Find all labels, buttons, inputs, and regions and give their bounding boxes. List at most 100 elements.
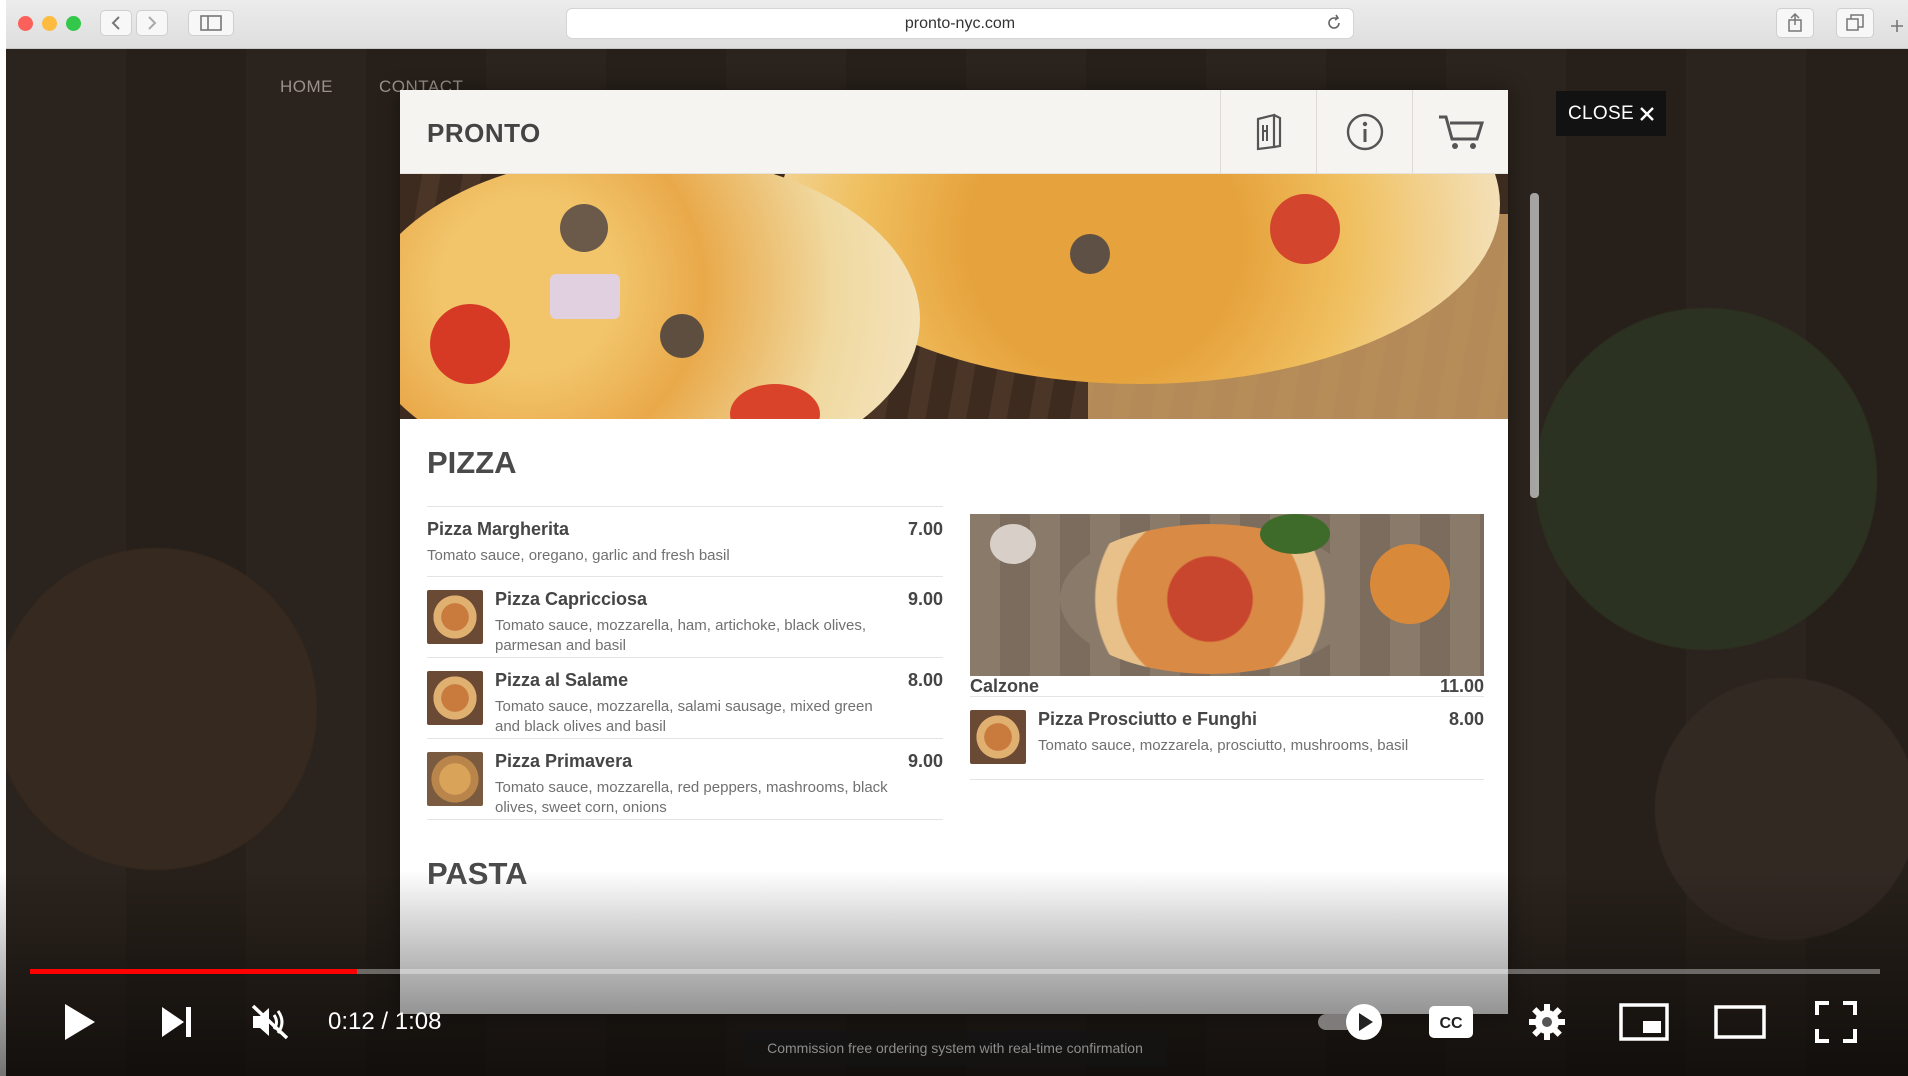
- miniplayer-icon: [1619, 1003, 1669, 1041]
- modal-scrollbar[interactable]: [1530, 193, 1539, 498]
- close-icon: [1640, 106, 1654, 121]
- next-button[interactable]: [152, 996, 202, 1048]
- menu-item-pizza-margherita[interactable]: Pizza Margherita 7.00 Tomato sauce, oreg…: [427, 508, 943, 576]
- tomato-topping: [430, 304, 510, 384]
- divider: [427, 576, 943, 577]
- play-icon: [65, 1004, 95, 1040]
- mushroom: [990, 524, 1036, 564]
- item-price: 7.00: [907, 519, 943, 539]
- chevron-left-icon: [111, 16, 120, 30]
- modal-header: PRONTO: [400, 90, 1508, 174]
- video-timecode: 0:12 / 1:08: [328, 1008, 442, 1035]
- item-thumbnail: [427, 671, 483, 725]
- menu-button[interactable]: [1220, 90, 1316, 174]
- cc-button[interactable]: CC: [1426, 996, 1476, 1048]
- settings-button[interactable]: [1522, 996, 1572, 1048]
- close-label: CLOSE: [1568, 102, 1634, 124]
- section-title-pizza: PIZZA: [427, 445, 517, 480]
- item-thumbnail: [970, 710, 1026, 764]
- mushroom-topping: [1070, 234, 1110, 274]
- item-price: 9.00: [907, 589, 943, 609]
- onion: [1370, 544, 1450, 624]
- url-text: pronto-nyc.com: [904, 14, 1016, 32]
- theater-mode-button[interactable]: [1710, 996, 1770, 1048]
- cart-button[interactable]: [1412, 90, 1508, 174]
- mute-icon: [251, 1004, 289, 1040]
- hero-image: [400, 174, 1508, 419]
- item-description: Tomato sauce, oregano, garlic and fresh …: [427, 547, 730, 564]
- info-button[interactable]: [1316, 90, 1412, 174]
- menu-item-pizza-primavera[interactable]: Pizza Primavera 9.00 Tomato sauce, mozza…: [427, 740, 943, 818]
- miniplayer-button[interactable]: [1616, 996, 1672, 1048]
- chevron-right-icon: [148, 16, 157, 30]
- next-icon: [162, 1007, 191, 1037]
- sidebar-toggle-button[interactable]: [188, 10, 234, 36]
- item-price: 11.00: [1439, 676, 1484, 696]
- mute-button[interactable]: [244, 996, 296, 1048]
- address-bar[interactable]: pronto-nyc.com: [566, 8, 1354, 39]
- video-progress-bar[interactable]: [30, 969, 1880, 974]
- close-window-button[interactable]: [18, 16, 33, 31]
- item-price: 9.00: [907, 751, 943, 771]
- back-button[interactable]: [100, 10, 132, 36]
- forward-button[interactable]: [136, 10, 168, 36]
- autoplay-icon: [1318, 1004, 1382, 1040]
- menu-item-pizza-prosciutto-e-funghi[interactable]: Pizza Prosciutto e Funghi 8.00 Tomato sa…: [970, 698, 1484, 778]
- cc-label: CC: [1439, 1015, 1463, 1032]
- divider: [970, 696, 1484, 697]
- item-name: Calzone: [970, 676, 1040, 696]
- menu-book-icon: [1256, 113, 1281, 151]
- close-button[interactable]: CLOSE: [1556, 91, 1666, 136]
- minimize-window-button[interactable]: [42, 16, 57, 31]
- video-caption: Commission free ordering system with rea…: [743, 1030, 1167, 1066]
- tabs-overview-button[interactable]: [1836, 8, 1874, 38]
- cart-icon: [1438, 115, 1484, 149]
- share-button[interactable]: [1776, 8, 1814, 38]
- item-thumbnail: [427, 590, 483, 644]
- divider: [427, 819, 943, 820]
- item-description: Tomato sauce, mozzarella, ham, artichoke…: [495, 617, 866, 654]
- autoplay-toggle[interactable]: [1316, 996, 1386, 1048]
- divider: [427, 506, 943, 507]
- mushroom-topping: [560, 204, 608, 252]
- item-description: Tomato sauce, mozzarela, prosciutto, mus…: [1038, 737, 1409, 754]
- new-tab-button[interactable]: [1886, 14, 1908, 38]
- calzone-image[interactable]: [970, 514, 1484, 676]
- tomato-topping: [1270, 194, 1340, 264]
- play-button[interactable]: [54, 996, 104, 1048]
- divider: [427, 657, 943, 658]
- item-name: Pizza al Salame: [495, 670, 629, 690]
- cc-icon: CC: [1429, 1006, 1473, 1038]
- item-name: Pizza Margherita: [427, 519, 570, 539]
- fullscreen-icon: [1815, 1001, 1857, 1043]
- browser-toolbar: pronto-nyc.com: [6, 0, 1908, 49]
- ham-topping: [550, 274, 620, 319]
- bg-nav-home[interactable]: HOME: [280, 77, 333, 97]
- item-name: Pizza Primavera: [495, 751, 633, 771]
- divider: [427, 738, 943, 739]
- tabs-icon: [1846, 14, 1864, 31]
- video-progress-played: [30, 969, 358, 974]
- menu-item-pizza-al-salame[interactable]: Pizza al Salame 8.00 Tomato sauce, mozza…: [427, 659, 943, 737]
- item-price: 8.00: [907, 670, 943, 690]
- fullscreen-button[interactable]: [1810, 996, 1862, 1048]
- settings-icon: [1529, 1004, 1565, 1040]
- item-description: Tomato sauce, mozzarella, red peppers, m…: [495, 779, 888, 816]
- item-description: Tomato sauce, mozzarella, salami sausage…: [495, 698, 873, 735]
- share-icon: [1788, 13, 1802, 32]
- brand-logo[interactable]: PRONTO: [427, 118, 541, 149]
- divider: [970, 779, 1484, 780]
- item-thumbnail: [427, 752, 483, 806]
- theater-icon: [1714, 1005, 1766, 1039]
- item-name: Pizza Capricciosa: [495, 589, 648, 609]
- item-name: Pizza Prosciutto e Funghi: [1038, 709, 1258, 729]
- reload-icon[interactable]: [1325, 14, 1343, 32]
- plus-icon: [1891, 20, 1903, 32]
- zoom-window-button[interactable]: [66, 16, 81, 31]
- menu-item-pizza-capricciosa[interactable]: Pizza Capricciosa 9.00 Tomato sauce, moz…: [427, 578, 943, 656]
- mushroom-topping: [660, 314, 704, 358]
- basil: [1260, 514, 1330, 554]
- sidebar-icon: [200, 15, 222, 31]
- info-icon: [1346, 113, 1383, 151]
- item-price: 8.00: [1448, 709, 1484, 729]
